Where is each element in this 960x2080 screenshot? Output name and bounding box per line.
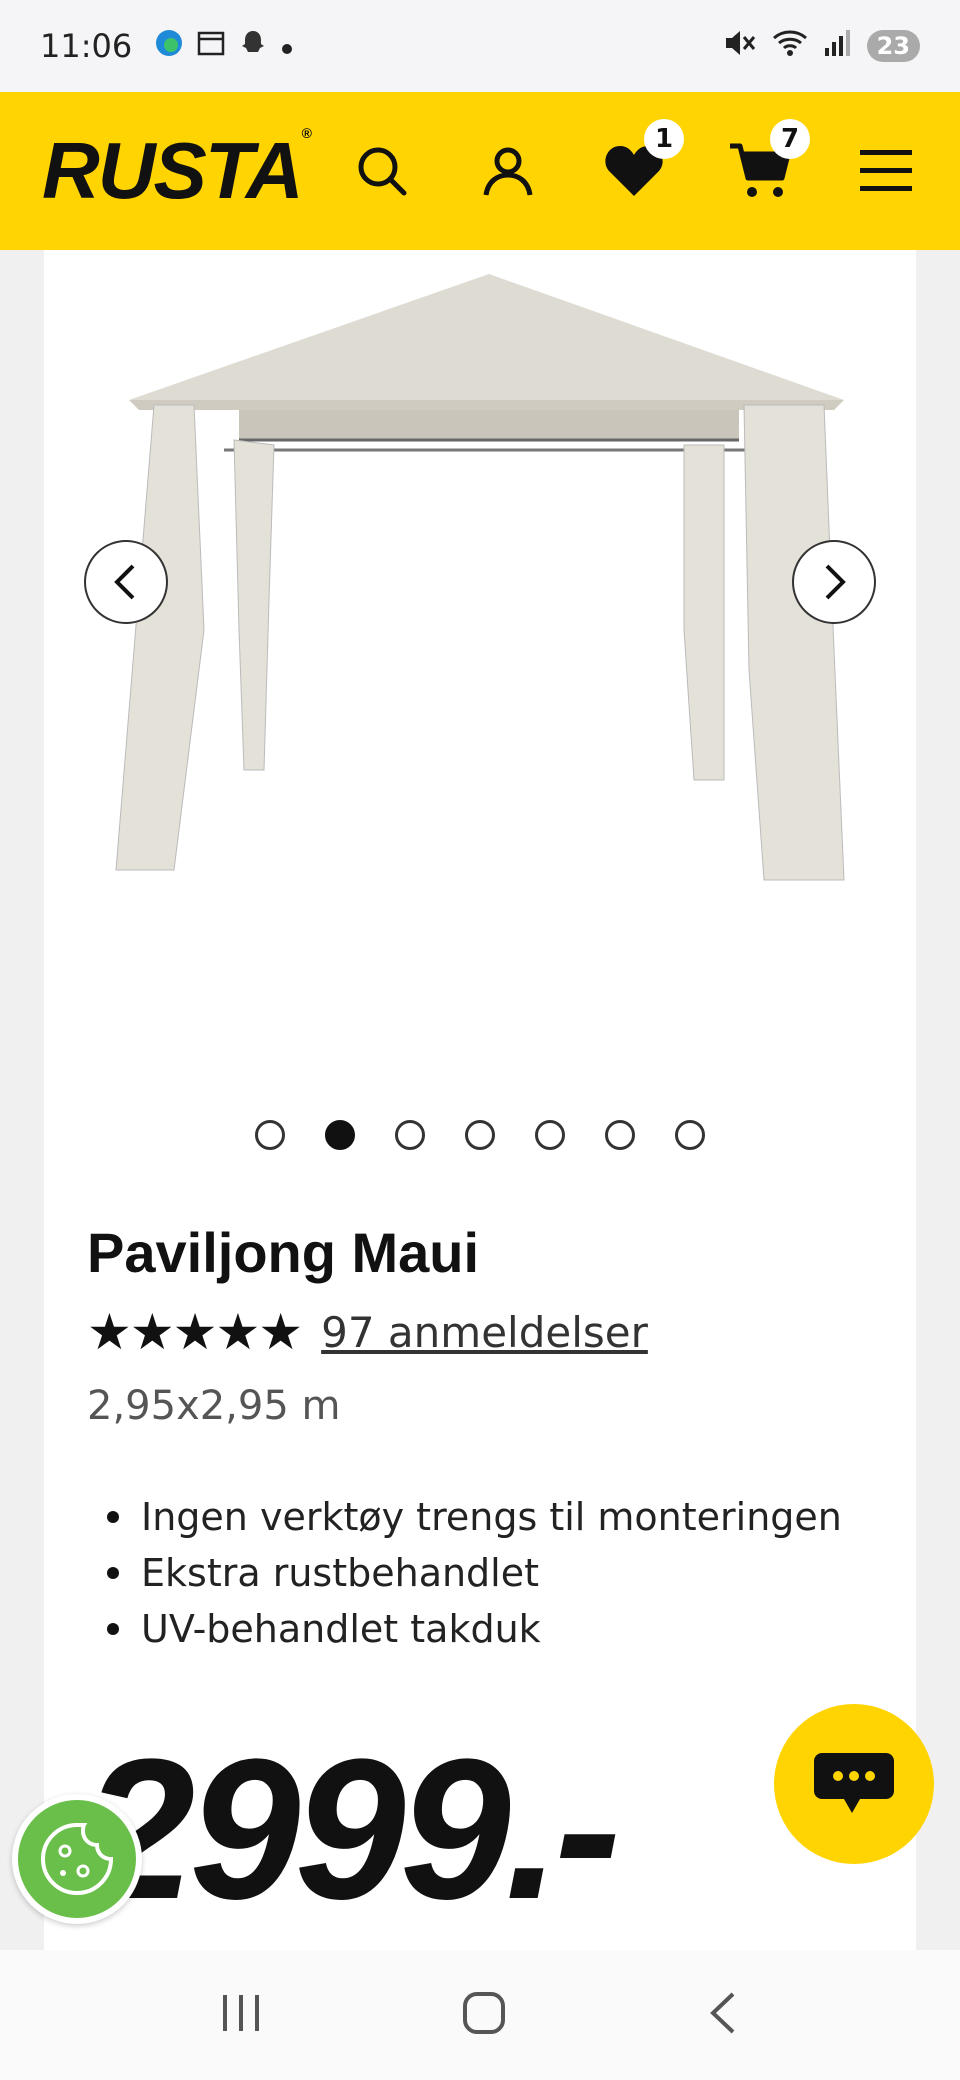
hamburger-menu-icon	[860, 150, 912, 191]
wishlist-button[interactable]: 1	[602, 119, 684, 203]
product-image-gallery[interactable]	[44, 250, 916, 1140]
rusta-logo[interactable]: RUSTA®	[42, 125, 312, 217]
cookie-settings-button[interactable]	[12, 1794, 142, 1924]
recent-apps-button[interactable]	[219, 1991, 263, 2039]
product-info: Paviljong Maui ★★★★★ 97 anmeldelser 2,95…	[87, 1220, 887, 1657]
gallery-dot[interactable]	[675, 1120, 705, 1150]
back-icon	[710, 1992, 735, 2034]
account-button[interactable]	[476, 139, 540, 203]
logo-text: RUSTA	[42, 126, 304, 215]
search-icon	[358, 147, 407, 196]
battery-indicator: 23	[866, 30, 920, 62]
gallery-dot[interactable]	[605, 1120, 635, 1150]
status-bar: 11:06 23	[0, 0, 960, 92]
edge-icon	[154, 28, 184, 65]
gallery-next-button[interactable]	[792, 540, 876, 624]
wishlist-count-badge: 1	[644, 119, 684, 159]
snapchat-icon	[238, 28, 268, 65]
chat-bubble-icon	[814, 1753, 894, 1813]
signal-icon	[823, 28, 853, 65]
wifi-icon	[771, 28, 809, 65]
chevron-right-icon	[825, 564, 846, 600]
feature-item: UV-behandlet takduk	[87, 1601, 887, 1657]
feature-item: Ekstra rustbehandlet	[87, 1545, 887, 1601]
product-card: Paviljong Maui ★★★★★ 97 anmeldelser 2,95…	[44, 250, 916, 1950]
gazebo-product-image	[115, 274, 845, 881]
user-icon	[483, 147, 533, 196]
gallery-dot[interactable]	[255, 1120, 285, 1150]
dot-icon	[280, 30, 294, 63]
calendar-icon	[196, 28, 226, 65]
reviews-link[interactable]: 97 anmeldelser	[321, 1308, 648, 1357]
feature-list: Ingen verktøy trengs til monteringen Eks…	[87, 1489, 887, 1657]
android-nav-bar	[0, 1950, 960, 2080]
site-header: RUSTA® 1 7	[0, 92, 960, 250]
product-price: 2999.-	[84, 1718, 621, 1941]
status-time: 11:06	[40, 27, 133, 65]
gallery-dot[interactable]	[535, 1120, 565, 1150]
product-title: Paviljong Maui	[87, 1221, 480, 1284]
recent-apps-icon	[223, 1995, 259, 2031]
home-icon	[463, 1992, 505, 2034]
search-button[interactable]	[350, 139, 414, 203]
mute-icon	[723, 28, 757, 65]
chat-button[interactable]	[774, 1704, 934, 1864]
home-button[interactable]	[461, 1990, 507, 2040]
gallery-dot-active[interactable]	[325, 1120, 355, 1150]
gallery-dot[interactable]	[465, 1120, 495, 1150]
menu-button[interactable]	[854, 139, 918, 203]
gallery-pagination	[44, 1120, 916, 1150]
cookie-icon	[41, 1823, 114, 1895]
star-rating-icon: ★★★★★	[87, 1303, 303, 1361]
cart-button[interactable]: 7	[728, 119, 810, 203]
back-button[interactable]	[705, 1990, 741, 2040]
chevron-left-icon	[114, 564, 135, 600]
feature-item: Ingen verktøy trengs til monteringen	[87, 1489, 887, 1545]
rating-row: ★★★★★ 97 anmeldelser	[87, 1303, 887, 1361]
gallery-prev-button[interactable]	[84, 540, 168, 624]
product-size: 2,95x2,95 m	[87, 1383, 341, 1429]
gallery-dot[interactable]	[395, 1120, 425, 1150]
cart-count-badge: 7	[770, 119, 810, 159]
